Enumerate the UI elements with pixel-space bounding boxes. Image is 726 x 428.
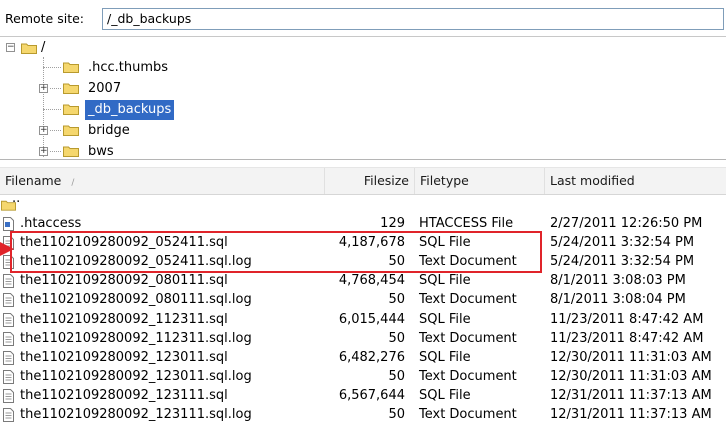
table-row[interactable]: the1102109280092_112311.sql 6,015,444 SQL … — [0, 311, 726, 329]
file-size: 50 — [388, 407, 405, 422]
file-type: SQL File — [419, 311, 471, 327]
remote-directory-tree: − / .hcc.thumbs + 2007 _db_backups + bri… — [0, 37, 726, 160]
file-name: the1102109280092_112311.sql — [20, 311, 228, 327]
file-name: the1102109280092_123011.sql.log — [20, 368, 252, 384]
text-file-icon — [3, 312, 14, 327]
file-name: the1102109280092_112311.sql.log — [20, 330, 252, 346]
column-header-last-modified[interactable]: Last modified — [545, 168, 726, 194]
file-type: SQL File — [419, 273, 471, 289]
text-file-icon — [3, 331, 14, 346]
file-type: Text Document — [419, 292, 517, 308]
tree-item-root[interactable]: / — [41, 38, 45, 58]
sort-indicator-icon: / — [71, 178, 75, 188]
table-row[interactable]: the1102109280092_080111.sql 4,768,454 SQL … — [0, 272, 726, 290]
highlight-box — [10, 231, 542, 273]
remote-file-list: Filename / Filesize Filetype Last modifie… — [0, 160, 726, 428]
tree-item-2007[interactable]: 2007 — [88, 79, 121, 99]
file-size: 50 — [388, 368, 405, 384]
folder-icon — [63, 125, 79, 136]
table-row[interactable]: the1102109280092_112311.sql.log 50 Text Do… — [0, 330, 726, 348]
file-last-modified: 11/23/2011 8:47:42 AM — [550, 311, 704, 327]
file-name: the1102109280092_080111.sql — [20, 273, 228, 289]
folder-icon — [63, 62, 79, 73]
pointer-arrow-icon — [0, 242, 14, 256]
text-file-icon — [3, 274, 14, 289]
folder-icon — [21, 43, 37, 54]
file-last-modified: 12/30/2011 11:31:03 AM — [550, 349, 712, 365]
file-size: 4,768,454 — [338, 273, 405, 289]
file-last-modified: 8/1/2011 3:08:04 PM — [550, 292, 686, 308]
file-name: the1102109280092_123111.sql.log — [20, 407, 252, 422]
htaccess-file-icon — [3, 217, 14, 231]
file-size: 50 — [388, 292, 405, 308]
column-header-filename[interactable]: Filename / — [0, 168, 325, 194]
file-name: the1102109280092_123111.sql — [20, 387, 228, 403]
column-header-filetype[interactable]: Filetype — [415, 168, 545, 194]
file-name: the1102109280092_080111.sql.log — [20, 292, 252, 308]
remote-site-bar: Remote site: /_db_backups — [0, 0, 726, 37]
expand-bws-icon[interactable]: + — [39, 147, 48, 156]
file-type: SQL File — [419, 349, 471, 365]
file-type: Text Document — [419, 407, 517, 422]
file-type: SQL File — [419, 387, 471, 403]
file-size: 6,482,276 — [338, 349, 405, 365]
file-name: the1102109280092_123011.sql — [20, 349, 228, 365]
folder-icon — [63, 146, 79, 157]
table-row[interactable]: the1102109280092_080111.sql.log 50 Text Do… — [0, 291, 726, 309]
tree-item-hcc-thumbs[interactable]: .hcc.thumbs — [88, 58, 168, 78]
file-size: 50 — [388, 330, 405, 346]
text-file-icon — [3, 369, 14, 384]
table-row[interactable]: the1102109280092_123111.sql.log 50 Text Do… — [0, 406, 726, 424]
column-header-filesize[interactable]: Filesize — [325, 168, 415, 194]
expand-bridge-icon[interactable]: + — [39, 126, 48, 135]
tree-item-bws[interactable]: bws — [88, 142, 114, 159]
text-file-icon — [3, 388, 14, 403]
file-last-modified: 12/31/2011 11:37:13 AM — [550, 407, 712, 422]
remote-site-label: Remote site: — [5, 11, 84, 26]
file-last-modified: 11/23/2011 8:47:42 AM — [550, 330, 704, 346]
table-row[interactable]: the1102109280092_123111.sql 6,567,644 SQL … — [0, 387, 726, 405]
file-size: 6,015,444 — [338, 311, 405, 327]
expand-2007-icon[interactable]: + — [39, 84, 48, 93]
table-row[interactable]: the1102109280092_123011.sql.log 50 Text Do… — [0, 368, 726, 386]
folder-icon — [63, 104, 79, 115]
file-last-modified: 5/24/2011 3:32:54 PM — [550, 254, 695, 270]
text-file-icon — [3, 350, 14, 365]
file-name: .. — [12, 191, 21, 206]
list-item-parent-directory[interactable]: .. — [0, 191, 726, 214]
folder-icon — [63, 83, 79, 94]
file-list-header: Filename / Filesize Filetype Last modifie… — [0, 167, 726, 195]
file-size: 6,567,644 — [338, 387, 405, 403]
file-last-modified: 8/1/2011 3:08:03 PM — [550, 273, 686, 289]
text-file-icon — [3, 293, 14, 308]
file-last-modified: 2/27/2011 12:26:50 PM — [550, 216, 703, 231]
remote-site-path-input[interactable]: /_db_backups — [102, 8, 724, 30]
file-last-modified: 12/30/2011 11:31:03 AM — [550, 368, 712, 384]
file-type: Text Document — [419, 330, 517, 346]
file-last-modified: 12/31/2011 11:37:13 AM — [550, 387, 712, 403]
tree-item-bridge[interactable]: bridge — [88, 121, 130, 141]
file-last-modified: 5/24/2011 3:32:54 PM — [550, 235, 695, 251]
table-row[interactable]: the1102109280092_123011.sql 6,482,276 SQL … — [0, 349, 726, 367]
file-type: Text Document — [419, 368, 517, 384]
text-file-icon — [3, 408, 14, 422]
collapse-root-icon[interactable]: − — [6, 43, 15, 52]
tree-item-db-backups[interactable]: _db_backups — [85, 100, 175, 120]
